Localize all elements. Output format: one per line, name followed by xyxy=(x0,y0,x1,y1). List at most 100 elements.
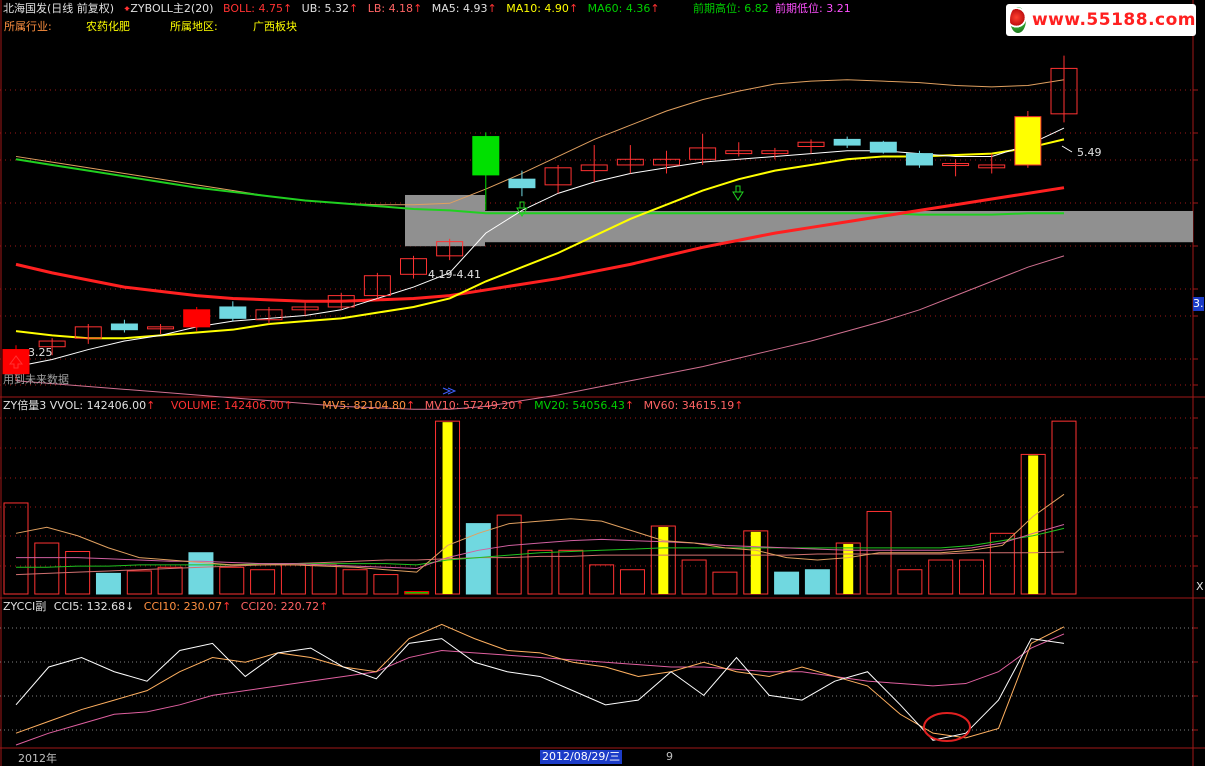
cci5-arrow-icon: ↓ xyxy=(125,600,135,613)
scroll-marker-icon xyxy=(442,387,457,395)
volume-bar xyxy=(342,569,368,595)
candle-body xyxy=(833,138,861,146)
axis-mark: 9 xyxy=(666,750,673,763)
volume-bar xyxy=(188,552,214,595)
mv5-value: MV5: 82104.80 xyxy=(322,399,406,412)
industry-label: 所属行业: xyxy=(4,20,52,33)
cci20-arrow-icon: ↑ xyxy=(319,600,329,613)
volume-bar-highlight xyxy=(843,544,854,594)
region-label: 所属地区: xyxy=(170,20,218,33)
logo-icon xyxy=(1010,7,1026,33)
lb-value: LB: 4.18 xyxy=(367,2,414,15)
cci5-value: CCI5: 132.68 xyxy=(53,600,126,613)
ma5-arrow-icon: ↑ xyxy=(487,2,497,15)
prev-high: 前期高位: 6.82 xyxy=(693,2,769,15)
mv20-value: MV20: 54056.43 xyxy=(534,399,625,412)
candle-body xyxy=(110,323,138,331)
ma10-value: MA10: 4.90 xyxy=(506,2,569,15)
range-box xyxy=(405,194,485,247)
volume-arrow-icon: ↑ xyxy=(283,399,293,412)
candle-body xyxy=(869,141,897,153)
volume-bar xyxy=(219,566,245,595)
volume-bar xyxy=(897,569,923,595)
cci5-line xyxy=(15,638,1065,741)
mv10-value: MV10: 57249.20 xyxy=(424,399,516,412)
candle-body xyxy=(2,349,30,375)
logo-text: www.55188.com xyxy=(1031,10,1196,30)
volume-bar xyxy=(157,566,183,595)
high-pointer xyxy=(1061,145,1073,153)
cci10-line xyxy=(15,623,1065,739)
prev-low: 前期低位: 3.21 xyxy=(775,2,851,15)
mv60-arrow-icon: ↑ xyxy=(734,399,744,412)
volume-bar xyxy=(681,559,707,595)
cursor-date[interactable]: 2012/08/29/三 xyxy=(540,750,623,764)
stock-chart[interactable] xyxy=(0,0,1205,766)
down-arrow-icon xyxy=(732,185,744,201)
ma-green-line xyxy=(15,158,1064,216)
volume-bar xyxy=(404,591,430,595)
volume-bar xyxy=(311,564,337,595)
mv20-arrow-icon: ↑ xyxy=(624,399,635,412)
volume-bar xyxy=(804,569,830,595)
cci20-line xyxy=(15,633,1065,746)
volume-bar xyxy=(712,571,738,595)
candle-body xyxy=(905,153,933,166)
region-value: 广西板块 xyxy=(253,20,297,33)
boll-arrow-icon: ↑ xyxy=(282,2,293,15)
volume-bar xyxy=(959,559,985,595)
ma10-arrow-icon: ↑ xyxy=(568,2,579,15)
volume-bar-highlight xyxy=(658,527,669,594)
volume-bar xyxy=(95,572,121,595)
volume-bar xyxy=(280,564,306,595)
ub-arrow-icon: ↑ xyxy=(348,2,359,15)
future-data-note: 用到未来数据 xyxy=(3,373,69,386)
mv60-value: MV60: 34615.19 xyxy=(643,399,735,412)
ma60-arrow-icon: ↑ xyxy=(650,2,660,15)
volume-right-tag: X xyxy=(1196,580,1204,593)
candle-body xyxy=(183,309,211,328)
low-price-label: 3.25 xyxy=(28,346,53,359)
volume-bar-highlight xyxy=(750,531,761,594)
price-right-tag: 3. xyxy=(1193,297,1204,311)
candle-body xyxy=(219,306,247,319)
volume-value: VOLUME: 142406.00 xyxy=(170,399,284,412)
vvol-value: VVOL: 142406.00 xyxy=(49,399,147,412)
mv60-line xyxy=(15,551,1065,576)
high-price-label: 5.49 xyxy=(1077,146,1102,159)
volume-bar xyxy=(126,570,152,595)
candle-body xyxy=(472,136,500,176)
volume-bar-highlight xyxy=(442,422,453,594)
mv10-arrow-icon: ↑ xyxy=(515,399,525,412)
cci-title[interactable]: ZYCCI副 xyxy=(3,600,46,613)
boll-value: BOLL: 4.75 xyxy=(222,2,283,15)
stock-name: 北海国发(日线 前复权) xyxy=(3,2,115,15)
volume-bar xyxy=(3,502,29,595)
ma60-value: MA60: 4.36 xyxy=(587,2,651,15)
volume-bar xyxy=(1051,420,1077,595)
ma5-value: MA5: 4.93 xyxy=(431,2,488,15)
indicator-name[interactable]: ZYBOLL主2(20) xyxy=(130,2,213,15)
ub-value: UB: 5.32 xyxy=(301,2,349,15)
volume-bar xyxy=(465,523,491,595)
cci20-value: CCI20: 220.72 xyxy=(240,600,320,613)
mv5-line xyxy=(15,493,1065,573)
lb-arrow-icon: ↑ xyxy=(413,2,423,15)
mv10-line xyxy=(16,524,1065,570)
ma60-line xyxy=(15,186,1065,303)
candle-body xyxy=(1014,116,1042,166)
range-label: 4.19-4.41 xyxy=(428,268,481,281)
volume-bar xyxy=(774,571,800,595)
vvol-arrow-icon: ↑ xyxy=(146,399,156,412)
volume-title[interactable]: ZY倍量3 xyxy=(3,399,46,412)
volume-bar xyxy=(928,559,954,595)
candle-body xyxy=(508,178,536,189)
industry-value: 农药化肥 xyxy=(86,20,130,33)
site-logo[interactable]: www.55188.com xyxy=(1006,4,1196,36)
boll-upper-line xyxy=(15,79,1065,206)
volume-bar xyxy=(373,574,399,595)
cci10-value: CCI10: 230.07 xyxy=(143,600,223,613)
volume-bar xyxy=(34,542,60,595)
year-label: 2012年 xyxy=(18,752,57,765)
volume-bar xyxy=(619,569,645,595)
